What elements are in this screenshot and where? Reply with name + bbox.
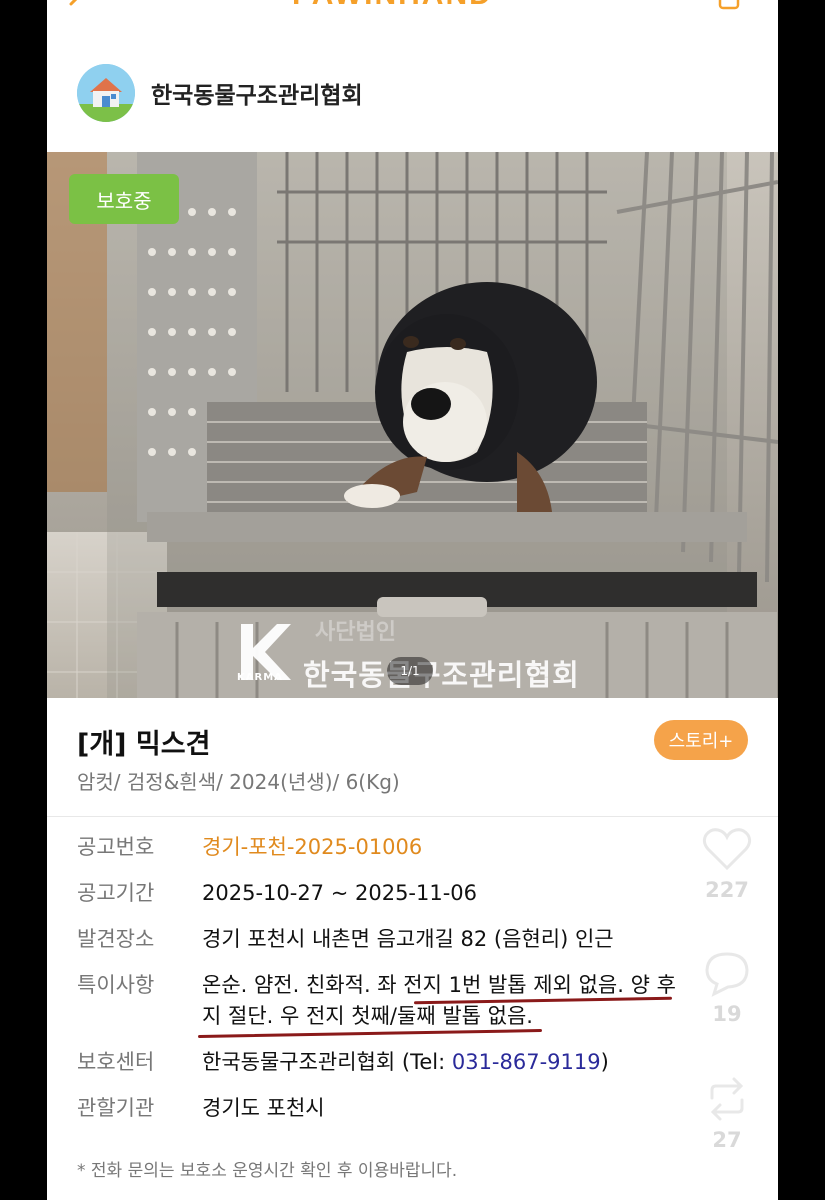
- app-screen: PAWINHAND 한국동물구조관리협회: [47, 0, 778, 1200]
- special-notes: 온순. 얌전. 친화적. 좌 전지 1번 발톱 제외 없음. 양 후 지 절단.…: [198, 970, 757, 1039]
- authority: 경기도 포천시: [202, 1096, 325, 1120]
- top-bar: PAWINHAND: [47, 0, 778, 14]
- repost-icon: [710, 1077, 744, 1121]
- status-badge: 보호중: [69, 174, 179, 224]
- share-action[interactable]: 27: [697, 1074, 757, 1152]
- org-name: 한국동물구조관리협회: [151, 83, 363, 109]
- info-label: 관할기관: [77, 1096, 155, 1120]
- info-label: 발견장소: [77, 927, 155, 951]
- story-button[interactable]: 스토리+: [654, 720, 748, 760]
- notes-line-1: 온순. 얌전. 친화적. 좌 전지 1번 발톱 제외 없음. 양 후: [202, 973, 676, 997]
- karma-wordmark: KARMA: [237, 672, 283, 683]
- share-icon[interactable]: [718, 0, 740, 10]
- phone-link[interactable]: 031-867-9119: [452, 1050, 601, 1074]
- center-name: 한국동물구조관리협회 (Tel:: [202, 1050, 452, 1074]
- found-place: 경기 포천시 내촌면 음고개길 82 (음현리) 인근: [202, 927, 614, 951]
- watermark-subtitle: 사단법인: [315, 620, 396, 645]
- shares-count: 27: [712, 1128, 742, 1152]
- watermark-org: 한국동물구조관리협회: [303, 658, 580, 692]
- back-arrow-icon[interactable]: [67, 0, 85, 10]
- animal-title: [개] 믹스견: [77, 729, 211, 760]
- footnote: * 전화 문의는 보호소 운영시간 확인 후 이용바랍니다.: [77, 1161, 458, 1181]
- likes-count: 227: [705, 878, 749, 902]
- info-row-found-place: 발견장소 경기 포천시 내촌면 음고개길 82 (음현리) 인근: [77, 924, 757, 955]
- info-row-notice-period: 공고기간 2025-10-27 ~ 2025-11-06: [77, 878, 757, 909]
- like-action[interactable]: 227: [697, 824, 757, 902]
- comment-action[interactable]: 19: [697, 948, 757, 1026]
- info-label: 특이사항: [77, 973, 155, 997]
- info-label: 공고기간: [77, 881, 155, 905]
- app-logo: PAWINHAND: [292, 0, 493, 12]
- org-header[interactable]: 한국동물구조관리협회: [77, 64, 363, 122]
- info-label: 보호센터: [77, 1050, 155, 1074]
- comments-count: 19: [712, 1002, 742, 1026]
- notes-line-2: 지 절단. 우 전지 첫째/둘째 발톱 없음.: [202, 1004, 533, 1028]
- notice-period: 2025-10-27 ~ 2025-11-06: [202, 881, 478, 905]
- dog-in-cage-image: [47, 152, 778, 698]
- info-row-notes: 특이사항 온순. 얌전. 친화적. 좌 전지 1번 발톱 제외 없음. 양 후 …: [77, 970, 757, 1039]
- info-row-notice-no: 공고번호 경기-포천-2025-01006: [77, 832, 757, 863]
- info-table: 공고번호 경기-포천-2025-01006 공고기간 2025-10-27 ~ …: [77, 832, 757, 1139]
- section-divider: [47, 816, 778, 817]
- shelter-house-icon: [77, 64, 135, 122]
- org-avatar: [77, 64, 135, 122]
- page-indicator: 1/1: [387, 657, 433, 685]
- center-suffix: ): [600, 1050, 609, 1074]
- animal-photo[interactable]: 보호중 KARMA 사단법인 한국동물구조관리협회 1/1: [47, 152, 778, 698]
- info-row-center: 보호센터 한국동물구조관리협회 (Tel: 031-867-9119): [77, 1047, 757, 1078]
- info-row-authority: 관할기관 경기도 포천시: [77, 1093, 757, 1124]
- info-label: 공고번호: [77, 835, 155, 859]
- heart-icon: [702, 828, 752, 871]
- animal-meta: 암컷/ 검정&흰색/ 2024(년생)/ 6(Kg): [77, 770, 400, 794]
- comment-icon: [705, 952, 749, 997]
- shelter-center: 한국동물구조관리협회 (Tel: 031-867-9119): [202, 1047, 757, 1078]
- notice-number: 경기-포천-2025-01006: [202, 835, 423, 859]
